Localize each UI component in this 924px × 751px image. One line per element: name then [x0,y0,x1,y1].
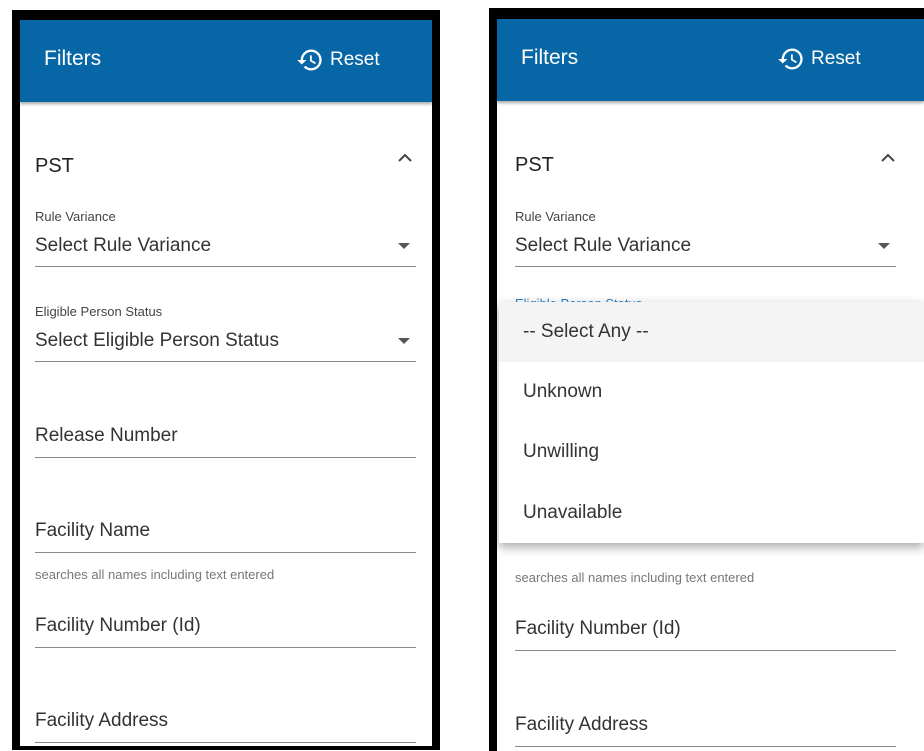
filters-panel-left: Filters Reset PST Rule Variance Select R… [12,10,440,750]
eligible-status-select[interactable]: Eligible Person Status Select Eligible P… [35,303,416,363]
field-underline [515,746,896,747]
reset-button[interactable]: Reset [777,45,861,73]
eligible-status-value: Select Eligible Person Status [35,330,279,351]
facility-number-input[interactable]: Facility Number (Id) [35,590,416,650]
filters-header: Filters Reset [497,19,924,101]
rule-variance-select[interactable]: Rule Variance Select Rule Variance [515,208,896,268]
caret-down-icon [398,338,410,344]
release-number-input[interactable]: Release Number [35,400,416,460]
field-underline [35,361,416,362]
chevron-up-icon[interactable] [397,152,413,162]
filters-header: Filters Reset [20,20,432,102]
field-underline [35,742,416,743]
caret-down-icon [878,243,890,249]
eligible-status-dropdown: -- Select Any -- Unknown Unwilling Unava… [499,302,924,543]
field-underline [35,266,416,267]
dropdown-option[interactable]: Unknown [499,362,924,422]
facility-name-hint: searches all names including text entere… [35,567,275,582]
facility-name-input[interactable]: Facility Name [35,495,416,555]
filters-panel-content: Filters Reset PST Rule Variance Select R… [20,20,432,746]
eligible-status-label: Eligible Person Status [35,304,163,319]
field-underline [35,647,416,648]
history-icon [778,48,803,70]
facility-address-input[interactable]: Facility Address [515,689,896,749]
section-title: PST [515,154,554,176]
reset-label: Reset [330,49,380,70]
facility-name-hint: searches all names including text entere… [515,570,755,585]
field-underline [35,457,416,458]
rule-variance-label: Rule Variance [515,209,596,224]
caret-down-icon [398,243,410,249]
facility-number-placeholder: Facility Number (Id) [515,618,681,639]
history-icon [297,49,322,71]
facility-number-input[interactable]: Facility Number (Id) [515,593,896,653]
section-title: PST [35,155,74,177]
filters-title: Filters [44,47,102,70]
dropdown-option[interactable]: -- Select Any -- [499,302,924,362]
rule-variance-value: Select Rule Variance [35,235,212,256]
facility-number-placeholder: Facility Number (Id) [35,615,201,636]
facility-address-placeholder: Facility Address [35,710,169,731]
reset-button[interactable]: Reset [296,46,380,74]
facility-address-input[interactable]: Facility Address [35,685,416,745]
dropdown-option[interactable]: Unavailable [499,483,924,543]
rule-variance-label: Rule Variance [35,209,116,224]
filters-title: Filters [521,46,579,69]
facility-name-placeholder: Facility Name [35,520,151,541]
dropdown-option[interactable]: Unwilling [499,422,924,482]
field-underline [515,650,896,651]
reset-label: Reset [811,48,861,69]
facility-address-placeholder: Facility Address [515,714,649,735]
field-underline [35,552,416,553]
release-number-placeholder: Release Number [35,425,178,446]
rule-variance-value: Select Rule Variance [515,235,692,256]
chevron-up-icon[interactable] [880,152,896,162]
rule-variance-select[interactable]: Rule Variance Select Rule Variance [35,208,416,268]
field-underline [515,266,896,267]
